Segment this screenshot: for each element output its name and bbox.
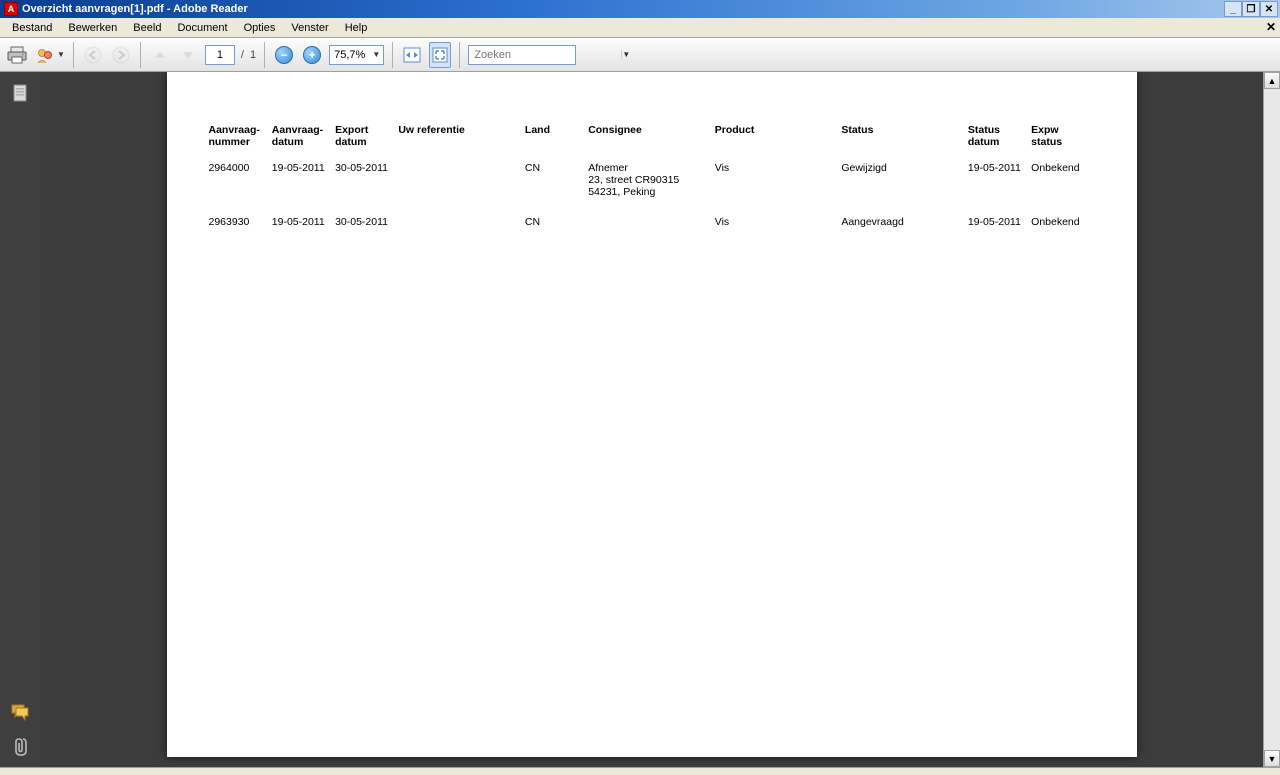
menu-opties[interactable]: Opties: [236, 20, 284, 36]
attachments-panel-button[interactable]: [9, 735, 31, 757]
page-icon: [10, 83, 30, 103]
cell-uwreferentie: [398, 162, 525, 216]
header-statusdatum: Status datum: [968, 124, 1031, 162]
pages-panel-button[interactable]: [9, 82, 31, 104]
pdf-page: Aanvraag- nummer Aanvraag- datum Export …: [167, 72, 1137, 757]
scroll-down-button[interactable]: ▼: [1264, 750, 1280, 767]
prev-page-button[interactable]: [149, 42, 171, 68]
search-field[interactable]: ▼: [468, 45, 576, 65]
cell-land: CN: [525, 216, 588, 246]
print-button[interactable]: [6, 42, 28, 68]
table-row: 296400019-05-201130-05-2011CNAfnemer 23,…: [209, 162, 1095, 216]
fit-page-button[interactable]: [429, 42, 451, 68]
printer-icon: [6, 45, 28, 65]
fit-width-button[interactable]: [401, 42, 423, 68]
header-exportdatum: Export datum: [335, 124, 398, 162]
plus-icon: +: [303, 46, 321, 64]
arrow-down-icon: [181, 48, 195, 62]
header-status: Status: [841, 124, 968, 162]
chevron-down-icon: ▼: [57, 50, 65, 59]
arrow-up-icon: [153, 48, 167, 62]
chevron-down-icon: ▼: [621, 50, 630, 59]
table-row: 296393019-05-201130-05-2011CNVisAangevra…: [209, 216, 1095, 246]
table-header-row: Aanvraag- nummer Aanvraag- datum Export …: [209, 124, 1095, 162]
document-close-button[interactable]: ✕: [1266, 20, 1276, 34]
menu-venster[interactable]: Venster: [283, 20, 336, 36]
toolbar: ▼ / 1 − + 75,7% ▼: [0, 38, 1280, 72]
cell-consignee: [588, 216, 715, 246]
window-title: Overzicht aanvragen[1].pdf - Adobe Reade…: [22, 3, 248, 15]
next-page-button[interactable]: [177, 42, 199, 68]
data-table: Aanvraag- nummer Aanvraag- datum Export …: [209, 124, 1095, 246]
collaborate-button[interactable]: ▼: [34, 42, 65, 68]
fit-width-icon: [402, 46, 422, 64]
cell-aanvraagdatum: 19-05-2011: [272, 162, 335, 216]
zoom-in-button[interactable]: +: [301, 42, 323, 68]
menu-help[interactable]: Help: [337, 20, 376, 36]
people-icon: [34, 45, 56, 65]
header-land: Land: [525, 124, 588, 162]
navigation-pane: [0, 72, 40, 767]
zoom-out-button[interactable]: −: [273, 42, 295, 68]
fit-page-icon: [430, 46, 450, 64]
cell-aanvraagdatum: 19-05-2011: [272, 216, 335, 246]
zoom-level-select[interactable]: 75,7% ▼: [329, 45, 384, 65]
cell-status: Aangevraagd: [841, 216, 968, 246]
window-controls: _ ❐ ✕: [1224, 1, 1278, 17]
document-viewer[interactable]: Aanvraag- nummer Aanvraag- datum Export …: [40, 72, 1263, 767]
titlebar: A Overzicht aanvragen[1].pdf - Adobe Rea…: [0, 0, 1280, 18]
cell-expwstatus: Onbekend: [1031, 162, 1094, 216]
cell-expwstatus: Onbekend: [1031, 216, 1094, 246]
adobe-reader-icon: A: [4, 2, 18, 16]
maximize-button[interactable]: ❐: [1242, 1, 1260, 17]
header-consignee: Consignee: [588, 124, 715, 162]
cell-aanvraagnummer: 2964000: [209, 162, 272, 216]
header-aanvraagdatum: Aanvraag- datum: [272, 124, 335, 162]
minus-icon: −: [275, 46, 293, 64]
prev-view-button[interactable]: [82, 42, 104, 68]
scroll-up-button[interactable]: ▲: [1264, 72, 1280, 89]
cell-exportdatum: 30-05-2011: [335, 162, 398, 216]
cell-uwreferentie: [398, 216, 525, 246]
header-expwstatus: Expw status: [1031, 124, 1094, 162]
cell-product: Vis: [715, 216, 842, 246]
cell-consignee: Afnemer 23, street CR90315 54231, Peking: [588, 162, 715, 216]
header-aanvraagnummer: Aanvraag- nummer: [209, 124, 272, 162]
cell-statusdatum: 19-05-2011: [968, 216, 1031, 246]
cell-statusdatum: 19-05-2011: [968, 162, 1031, 216]
vertical-scrollbar[interactable]: ▲ ▼: [1263, 72, 1280, 767]
scroll-track[interactable]: [1264, 89, 1280, 750]
menubar: Bestand Bewerken Beeld Document Opties V…: [0, 18, 1280, 38]
statusbar: [0, 767, 1280, 775]
header-product: Product: [715, 124, 842, 162]
minimize-button[interactable]: _: [1224, 1, 1242, 17]
comment-icon: [10, 703, 30, 721]
page-total: 1: [250, 49, 256, 61]
workspace: Aanvraag- nummer Aanvraag- datum Export …: [0, 72, 1280, 767]
cell-exportdatum: 30-05-2011: [335, 216, 398, 246]
page-number-input[interactable]: [205, 45, 235, 65]
header-uwreferentie: Uw referentie: [398, 124, 525, 162]
arrow-left-icon: [84, 46, 102, 64]
zoom-value: 75,7%: [330, 49, 369, 61]
arrow-right-icon: [112, 46, 130, 64]
cell-land: CN: [525, 162, 588, 216]
cell-product: Vis: [715, 162, 842, 216]
menu-bewerken[interactable]: Bewerken: [60, 20, 125, 36]
comments-panel-button[interactable]: [9, 701, 31, 723]
next-view-button[interactable]: [110, 42, 132, 68]
menu-beeld[interactable]: Beeld: [125, 20, 169, 36]
chevron-down-icon: ▼: [369, 50, 383, 59]
cell-status: Gewijzigd: [841, 162, 968, 216]
page-separator: /: [241, 49, 244, 61]
cell-aanvraagnummer: 2963930: [209, 216, 272, 246]
menu-document[interactable]: Document: [169, 20, 235, 36]
search-input[interactable]: [469, 49, 621, 61]
paperclip-icon: [11, 736, 29, 756]
close-button[interactable]: ✕: [1260, 1, 1278, 17]
menu-bestand[interactable]: Bestand: [4, 20, 60, 36]
